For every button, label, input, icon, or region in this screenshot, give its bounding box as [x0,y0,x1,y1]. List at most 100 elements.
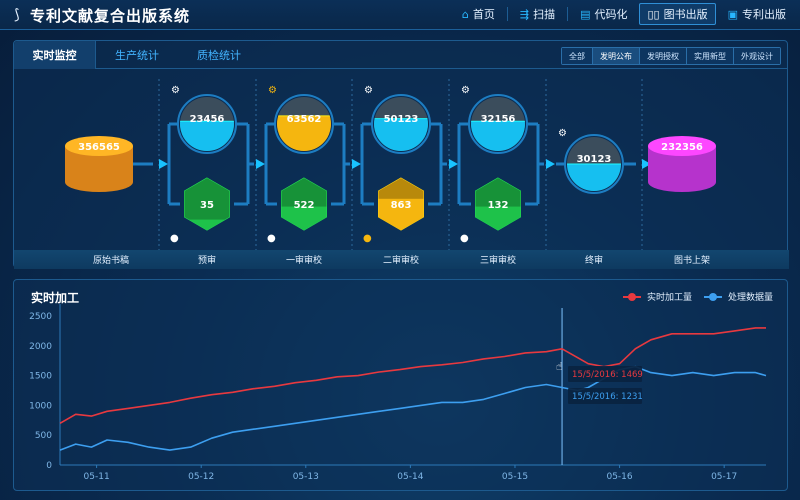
machine-count: 30123 [577,154,612,165]
person-count: 132 [488,200,509,211]
stage-label: 三审审校 [480,254,516,266]
legend-swatch [623,293,641,301]
robot-icon: ⚙ [461,85,470,96]
filter-all[interactable]: 全部 [562,48,592,64]
nav-divider [507,7,508,21]
filter-design[interactable]: 外观设计 [733,48,780,64]
filter-invention-grant[interactable]: 发明授权 [639,48,686,64]
pointer-hand-icon: ☝ [556,360,563,373]
workflow-diagram: 356565 原始书稿 ⚙ ● 23456 35 预审 ⚙ ● 63562 52… [14,79,789,269]
user-icon: ● [267,233,276,244]
source-count: 356565 [78,142,120,153]
stage-third-review[interactable]: ⚙ ● 32156 132 三审审校 [460,85,527,266]
stage-first-review[interactable]: ⚙ ● 63562 522 一审审校 [267,85,333,266]
y-tick-label: 1000 [29,401,52,411]
flow-arrow-icon [256,159,265,169]
machine-count: 23456 [190,114,225,125]
nav-label: 专利出版 [742,6,786,22]
category-filter: 全部 发明公布 发明授权 实用新型 外观设计 [561,47,781,65]
app-title: 专利文献复合出版系统 [30,5,190,26]
x-tick-label: 05-15 [502,472,528,482]
x-tick-label: 05-12 [188,472,214,482]
nav-home[interactable]: ⌂ 首页 [454,3,503,25]
tooltip-text: 15/5/2016: 1469 [572,370,643,380]
nav-patent-publishing[interactable]: ▣ 专利出版 [720,3,794,25]
nav-book-publishing[interactable]: ▯▯ 图书出版 [639,3,715,25]
y-tick-label: 2000 [29,342,52,352]
robot-icon: ⚙ [268,85,277,96]
y-tick-label: 2500 [29,312,52,322]
person-count: 863 [391,200,412,211]
feather-logo-icon: ⟆ [8,6,26,24]
brand[interactable]: ⟆ 专利文献复合出版系统 [8,5,190,25]
stage-source[interactable]: 356565 原始书稿 [65,136,133,266]
tooltip-text: 15/5/2016: 1231 [572,392,643,402]
chart-legend: 实时加工量 处理数据量 [611,290,773,303]
nav-label: 首页 [473,6,495,22]
stage-label: 二审审校 [383,254,419,266]
legend-item-processing-volume[interactable]: 实时加工量 [623,290,692,303]
series-line-processing-volume[interactable] [60,328,766,423]
x-tick-label: 05-17 [711,472,737,482]
legend-label: 处理数据量 [728,290,773,303]
legend-swatch [704,293,722,301]
tab-realtime-monitor[interactable]: 实时监控 [14,41,96,69]
x-tick-label: 05-11 [84,472,110,482]
book-icon: ▯▯ [647,8,659,21]
x-tick-label: 05-16 [606,472,632,482]
legend-item-processed-data[interactable]: 处理数据量 [704,290,773,303]
tab-quality-stats[interactable]: 质检统计 [178,41,260,69]
machine-count: 32156 [481,114,516,125]
x-tick-label: 05-13 [293,472,319,482]
person-level-fill [181,220,233,230]
monitor-tabs: 实时监控 生产统计 质检统计 [14,41,260,69]
tab-production-stats[interactable]: 生产统计 [96,41,178,69]
patent-icon: ▣ [728,8,738,21]
y-tick-label: 500 [35,431,52,441]
chart-title: 实时加工 [31,289,79,306]
person-count: 522 [294,200,315,211]
flow-arrow-icon [449,159,458,169]
code-icon: ▤ [580,8,590,21]
user-icon: ● [363,233,372,244]
y-tick-label: 0 [46,461,52,471]
user-icon: ● [170,233,179,244]
stage-label: 原始书稿 [93,254,129,266]
nav-label: 代码化 [594,6,627,22]
home-icon: ⌂ [462,8,469,21]
tabs-divider [96,68,787,69]
machine-count: 63562 [287,114,322,125]
nav-code[interactable]: ▤ 代码化 [572,3,635,25]
legend-label: 实时加工量 [647,290,692,303]
user-icon: ● [460,233,469,244]
flow-arrow-icon [352,159,361,169]
stage-final-review[interactable]: ⚙ 30123 终审 [558,128,623,266]
robot-icon: ⚙ [364,85,373,96]
y-tick-label: 1500 [29,372,52,382]
flow-arrow-icon [546,159,555,169]
flow-arrow-icon [159,159,168,169]
stage-label: 终审 [585,254,603,266]
nav-label: 扫描 [533,6,555,22]
filter-utility-model[interactable]: 实用新型 [686,48,733,64]
stage-label: 预审 [198,254,216,266]
filter-invention-publication[interactable]: 发明公布 [592,48,639,64]
series-line-processed-data[interactable] [60,367,766,451]
monitor-panel: 实时监控 生产统计 质检统计 全部 发明公布 发明授权 实用新型 外观设计 [13,40,788,268]
shelved-count: 232356 [661,142,703,153]
stage-label: 图书上架 [674,255,710,266]
realtime-processing-panel: 0 500 1000 1500 2000 2500 05-11 05-12 05-13 05-14… [13,279,788,491]
nav-scan[interactable]: ⇶ 扫描 [512,3,563,25]
x-tick-label: 05-14 [397,472,423,482]
realtime-line-chart[interactable]: 0 500 1000 1500 2000 2500 05-11 05-12 05-13 05-14… [14,280,789,492]
machine-count: 50123 [384,114,419,125]
stage-label: 一审审校 [286,254,322,266]
top-nav: ⌂ 首页 ⇶ 扫描 ▤ 代码化 ▯▯ 图书出版 ▣ 专利出版 [450,3,794,25]
stage-second-review[interactable]: ⚙ ● 50123 863 二审审校 [363,85,430,266]
stage-pre-review[interactable]: ⚙ ● 23456 35 预审 [170,85,236,266]
nav-divider [567,7,568,21]
app-header: ⟆ 专利文献复合出版系统 ⌂ 首页 ⇶ 扫描 ▤ 代码化 ▯▯ 图书出版 ▣ 专… [0,0,800,30]
robot-icon: ⚙ [171,85,180,96]
scan-icon: ⇶ [520,8,529,21]
stage-shelving[interactable]: 232356 图书上架 [648,136,716,266]
